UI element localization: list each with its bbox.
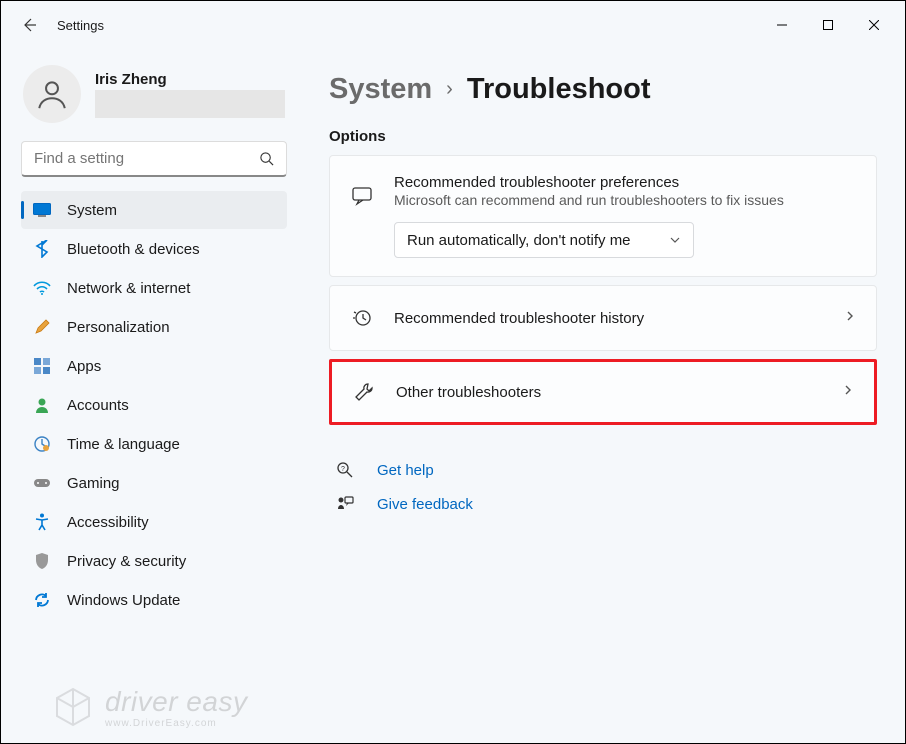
gamepad-icon xyxy=(33,474,51,492)
main-content: System › Troubleshoot Options Recommende… xyxy=(301,49,905,743)
user-account[interactable]: Iris Zheng xyxy=(17,61,291,133)
nav-item-bluetooth[interactable]: Bluetooth & devices xyxy=(21,230,287,268)
feedback-label: Give feedback xyxy=(377,496,473,513)
chevron-right-icon xyxy=(844,309,856,327)
give-feedback-link[interactable]: Give feedback xyxy=(329,487,877,521)
nav-list: System Bluetooth & devices Network & int… xyxy=(17,191,291,619)
shield-icon xyxy=(33,552,51,570)
search-icon xyxy=(259,151,274,166)
history-label: Recommended troubleshooter history xyxy=(394,310,824,327)
breadcrumb-parent[interactable]: System xyxy=(329,73,432,106)
avatar xyxy=(23,65,81,123)
accessibility-icon xyxy=(33,513,51,531)
cube-icon xyxy=(51,685,95,729)
user-email-redacted xyxy=(95,90,285,118)
maximize-button[interactable] xyxy=(805,9,851,41)
user-name: Iris Zheng xyxy=(95,71,285,88)
watermark-url: www.DriverEasy.com xyxy=(105,718,247,729)
nav-label: Time & language xyxy=(67,436,180,453)
watermark: driver easy www.DriverEasy.com xyxy=(51,685,247,729)
close-icon xyxy=(869,20,879,30)
window-controls xyxy=(759,9,897,41)
person-small-icon xyxy=(33,396,51,414)
nav-item-accounts[interactable]: Accounts xyxy=(21,386,287,424)
prefs-dropdown[interactable]: Run automatically, don't notify me xyxy=(394,222,694,258)
wifi-icon xyxy=(33,279,51,297)
chevron-right-icon xyxy=(842,383,854,401)
clock-globe-icon xyxy=(33,435,51,453)
titlebar: Settings xyxy=(1,1,905,49)
arrow-left-icon xyxy=(21,17,37,33)
watermark-brand: driver easy xyxy=(105,686,247,717)
nav-item-personalization[interactable]: Personalization xyxy=(21,308,287,346)
dropdown-value: Run automatically, don't notify me xyxy=(407,232,631,249)
minimize-button[interactable] xyxy=(759,9,805,41)
breadcrumb: System › Troubleshoot xyxy=(329,73,877,106)
nav-label: Apps xyxy=(67,358,101,375)
history-icon xyxy=(350,308,374,328)
nav-item-time[interactable]: Time & language xyxy=(21,425,287,463)
sidebar: Iris Zheng System Bluetooth & devices Ne… xyxy=(1,49,301,743)
get-help-label: Get help xyxy=(377,462,434,479)
get-help-link[interactable]: ? Get help xyxy=(329,453,877,487)
nav-label: Windows Update xyxy=(67,592,180,609)
maximize-icon xyxy=(823,20,833,30)
prefs-title: Recommended troubleshooter preferences xyxy=(394,174,856,191)
display-icon xyxy=(33,201,51,219)
history-row[interactable]: Recommended troubleshooter history xyxy=(329,285,877,351)
nav-label: Personalization xyxy=(67,319,170,336)
nav-item-accessibility[interactable]: Accessibility xyxy=(21,503,287,541)
svg-text:?: ? xyxy=(341,466,345,473)
help-icon: ? xyxy=(333,461,357,479)
paintbrush-icon xyxy=(33,318,51,336)
apps-icon xyxy=(33,357,51,375)
nav-item-apps[interactable]: Apps xyxy=(21,347,287,385)
nav-item-gaming[interactable]: Gaming xyxy=(21,464,287,502)
window-title: Settings xyxy=(57,18,104,33)
nav-item-privacy[interactable]: Privacy & security xyxy=(21,542,287,580)
nav-label: Gaming xyxy=(67,475,120,492)
bluetooth-icon xyxy=(33,240,51,258)
person-icon xyxy=(35,77,69,111)
prefs-subtitle: Microsoft can recommend and run troubles… xyxy=(394,192,856,208)
sync-icon xyxy=(33,591,51,609)
other-troubleshooters-row[interactable]: Other troubleshooters xyxy=(329,359,877,425)
options-heading: Options xyxy=(329,128,877,145)
nav-label: System xyxy=(67,202,117,219)
nav-label: Privacy & security xyxy=(67,553,186,570)
wrench-icon xyxy=(352,382,376,402)
search-box[interactable] xyxy=(21,141,287,177)
chevron-down-icon xyxy=(669,234,681,246)
other-label: Other troubleshooters xyxy=(396,384,822,401)
chevron-right-icon: › xyxy=(446,78,453,101)
close-button[interactable] xyxy=(851,9,897,41)
nav-item-network[interactable]: Network & internet xyxy=(21,269,287,307)
nav-item-system[interactable]: System xyxy=(21,191,287,229)
search-input[interactable] xyxy=(34,150,259,167)
nav-item-update[interactable]: Windows Update xyxy=(21,581,287,619)
nav-label: Bluetooth & devices xyxy=(67,241,200,258)
chat-icon xyxy=(350,174,374,258)
nav-label: Accounts xyxy=(67,397,129,414)
nav-label: Network & internet xyxy=(67,280,190,297)
breadcrumb-current: Troubleshoot xyxy=(467,73,651,106)
nav-label: Accessibility xyxy=(67,514,149,531)
back-button[interactable] xyxy=(9,5,49,45)
recommended-preferences-card: Recommended troubleshooter preferences M… xyxy=(329,155,877,277)
feedback-icon xyxy=(333,495,357,513)
minimize-icon xyxy=(777,20,787,30)
